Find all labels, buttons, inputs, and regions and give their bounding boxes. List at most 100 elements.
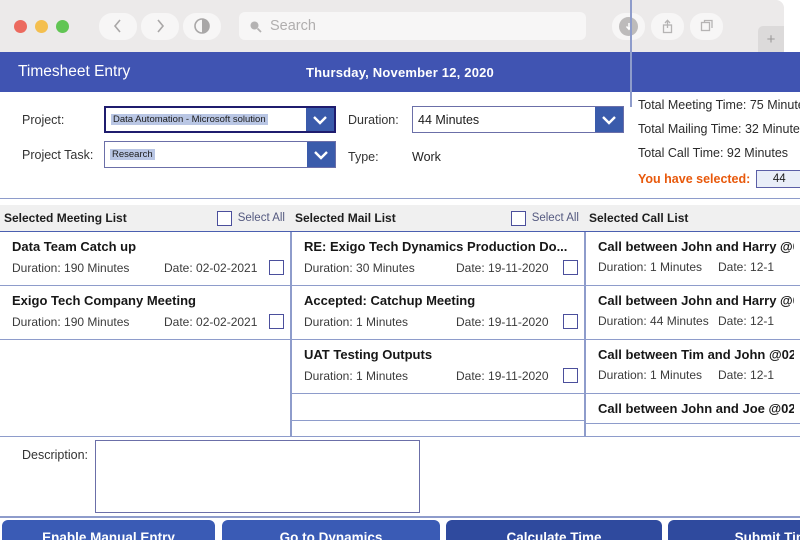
- chevron-down-icon[interactable]: [307, 142, 335, 167]
- forward-button[interactable]: [141, 12, 179, 40]
- window-controls: [14, 19, 69, 33]
- meeting-list-header: Selected Meeting List Select All: [0, 205, 291, 232]
- list-item-duration: Duration: 190 Minutes: [12, 314, 130, 329]
- total-call-time: Total Call Time: 92 Minutes: [638, 146, 789, 160]
- list-item[interactable]: Accepted: Catchup Meeting Duration: 1 Mi…: [292, 286, 584, 340]
- list-item[interactable]: Exigo Tech Company Meeting Duration: 190…: [0, 286, 290, 340]
- zoom-window-button[interactable]: [56, 19, 69, 33]
- total-mailing-time: Total Mailing Time: 32 Minutes: [638, 122, 800, 136]
- app-header: Timesheet Entry Thursday, November 12, 2…: [0, 52, 800, 92]
- selection-lists: Selected Meeting List Select All Data Te…: [0, 205, 800, 437]
- call-list-title: Selected Call List: [589, 211, 689, 225]
- type-value: Work: [412, 150, 441, 164]
- project-task-select-value: Research: [110, 149, 155, 160]
- header-date: Thursday, November 12, 2020: [306, 64, 494, 80]
- back-button[interactable]: [99, 12, 137, 40]
- project-select[interactable]: Data Automation - Microsoft solution: [104, 106, 336, 133]
- list-item[interactable]: RE: Exigo Tech Dynamics Production Do...…: [292, 232, 584, 286]
- toolbar-actions: [612, 12, 723, 40]
- submit-time-button[interactable]: Submit Time: [668, 520, 800, 540]
- meeting-select-all-label[interactable]: Select All: [238, 212, 285, 224]
- mail-select-all-checkbox[interactable]: [510, 210, 526, 226]
- duration-select[interactable]: 44 Minutes: [412, 106, 624, 133]
- list-item-date: Date: 12-1: [718, 368, 775, 382]
- reader-view-icon[interactable]: [183, 12, 221, 40]
- close-window-button[interactable]: [14, 19, 27, 33]
- list-item-checkbox[interactable]: [563, 314, 578, 329]
- list-item-duration: Duration: 1 Minutes: [598, 368, 703, 382]
- list-item-duration: Duration: 1 Minutes: [598, 260, 703, 274]
- meeting-list-column: Selected Meeting List Select All Data Te…: [0, 205, 291, 437]
- form-divider: [630, 0, 632, 107]
- list-item-subject: Call between John and Harry @0: [598, 293, 794, 308]
- mail-list-title: Selected Mail List: [295, 211, 396, 225]
- project-task-select[interactable]: Research: [104, 141, 336, 168]
- search-icon: [249, 20, 262, 33]
- list-item-subject: Call between John and Joe @02:: [598, 401, 794, 416]
- list-item[interactable]: Call between John and Harry @0 Duration:…: [586, 232, 800, 286]
- mail-list-header: Selected Mail List Select All: [291, 205, 585, 232]
- project-select-value: Data Automation - Microsoft solution: [111, 114, 268, 125]
- download-icon[interactable]: [612, 12, 645, 40]
- list-item[interactable]: Call between John and Joe @02:: [586, 394, 800, 424]
- list-item[interactable]: UAT Testing Outputs Duration: 1 Minutes …: [292, 340, 584, 394]
- calculate-time-button[interactable]: Calculate Time: [446, 520, 662, 540]
- list-item-date: Date: 02-02-2021: [164, 260, 258, 275]
- new-tab-button[interactable]: +: [758, 26, 784, 52]
- mail-list-body: RE: Exigo Tech Dynamics Production Do...…: [291, 232, 585, 437]
- list-item-subject: Exigo Tech Company Meeting: [12, 293, 196, 308]
- list-item-checkbox[interactable]: [563, 368, 578, 383]
- list-item-subject: RE: Exigo Tech Dynamics Production Do...: [304, 239, 568, 254]
- list-item[interactable]: Call between Tim and John @02 Duration: …: [586, 340, 800, 394]
- list-item-subject: UAT Testing Outputs: [304, 347, 433, 362]
- list-item-subject: Call between Tim and John @02: [598, 347, 794, 362]
- project-task-label: Project Task:: [22, 148, 94, 162]
- meeting-list-title: Selected Meeting List: [4, 211, 127, 225]
- duration-select-value: 44 Minutes: [418, 112, 480, 127]
- footer-divider: [0, 516, 800, 518]
- meeting-list-body: Data Team Catch up Duration: 190 Minutes…: [0, 232, 291, 437]
- selected-total: You have selected: 44: [638, 170, 800, 188]
- selected-total-value: 44: [756, 170, 800, 188]
- list-item-duration: Duration: 44 Minutes: [598, 314, 709, 328]
- minimize-window-button[interactable]: [35, 19, 48, 33]
- search-placeholder: Search: [270, 18, 316, 34]
- list-item-subject: Call between John and Harry @0: [598, 239, 794, 254]
- project-label: Project:: [22, 113, 65, 127]
- browser-toolbar: Search +: [0, 0, 784, 52]
- list-item-duration: Duration: 190 Minutes: [12, 260, 130, 275]
- description-input[interactable]: [95, 440, 420, 513]
- list-item-date: Date: 19-11-2020: [456, 260, 549, 275]
- list-item-checkbox[interactable]: [269, 260, 284, 275]
- list-item-subject: Data Team Catch up: [12, 239, 137, 254]
- call-list-body: Call between John and Harry @0 Duration:…: [585, 232, 800, 437]
- search-input[interactable]: Search: [239, 12, 586, 40]
- call-list-column: Selected Call List Call between John and…: [585, 205, 800, 437]
- list-item-date: Date: 19-11-2020: [456, 368, 549, 383]
- description-label: Description:: [22, 448, 88, 462]
- mail-select-all-label[interactable]: Select All: [532, 212, 579, 224]
- list-item[interactable]: Data Team Catch up Duration: 190 Minutes…: [0, 232, 290, 286]
- list-item-checkbox[interactable]: [563, 260, 578, 275]
- share-icon[interactable]: [651, 12, 684, 40]
- list-item-subject: Accepted: Catchup Meeting: [304, 293, 476, 308]
- type-label: Type:: [348, 150, 379, 164]
- footer-actions: Enable Manual Entry Go to Dynamics Calcu…: [0, 520, 800, 540]
- tab-overview-icon[interactable]: [690, 12, 723, 40]
- list-item-empty: [292, 394, 584, 421]
- mail-list-column: Selected Mail List Select All RE: Exigo …: [291, 205, 585, 437]
- meeting-select-all-checkbox[interactable]: [216, 210, 232, 226]
- total-meeting-time: Total Meeting Time: 75 Minutes: [638, 98, 800, 112]
- go-to-dynamics-button[interactable]: Go to Dynamics: [222, 520, 440, 540]
- enable-manual-entry-button[interactable]: Enable Manual Entry: [2, 520, 215, 540]
- list-item-date: Date: 19-11-2020: [456, 314, 549, 329]
- chevron-down-icon[interactable]: [306, 108, 334, 131]
- totals-panel: Total Meeting Time: 75 Minutes Total Mai…: [638, 98, 800, 188]
- list-item-checkbox[interactable]: [269, 314, 284, 329]
- navigation-buttons: [99, 12, 221, 40]
- list-item-date: Date: 12-1: [718, 314, 775, 328]
- list-item-date: Date: 02-02-2021: [164, 314, 258, 329]
- chevron-down-icon[interactable]: [595, 107, 623, 132]
- list-item-duration: Duration: 1 Minutes: [304, 314, 409, 329]
- list-item[interactable]: Call between John and Harry @0 Duration:…: [586, 286, 800, 340]
